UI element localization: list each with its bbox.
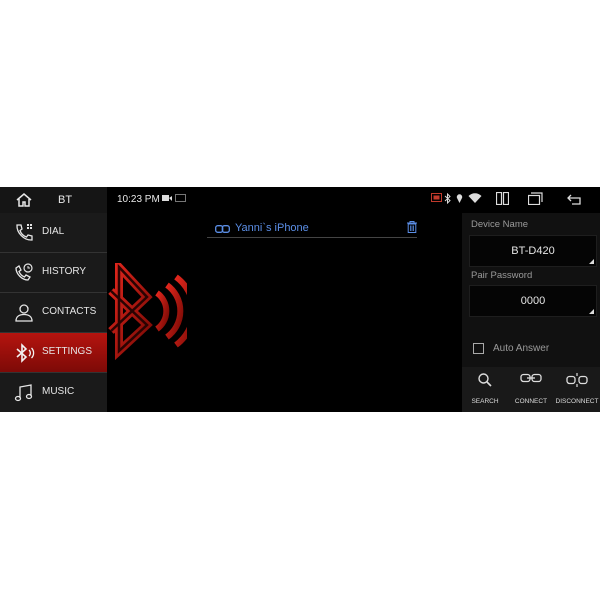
sidebar-item-music[interactable]: MUSIC [0,373,107,412]
connect-label: CONNECT [514,398,548,405]
paired-device-row[interactable]: Yanni`s iPhone [207,213,417,238]
music-note-icon [14,384,33,402]
wifi-icon [468,193,482,203]
status-bar-left: BT [0,187,107,213]
search-button[interactable]: SEARCH [462,367,508,412]
auto-answer-checkbox[interactable] [473,343,484,354]
link-icon [215,225,230,233]
sidebar-item-label: MUSIC [42,386,75,397]
disconnect-button[interactable]: DISCONNECT [554,367,600,412]
sidebar-item-settings[interactable]: SETTINGS [0,333,107,372]
sidebar: DIAL HISTORY CONTACTS SETTINGS MUSIC [0,213,107,412]
paired-devices-panel: Yanni`s iPhone [107,213,462,412]
pair-password-label: Pair Password [471,270,533,281]
app-title: BT [58,194,73,206]
sidebar-item-dial[interactable]: DIAL [0,213,107,252]
history-phone-icon [15,263,33,281]
trash-icon[interactable] [407,221,417,233]
edit-corner-indicator [589,259,594,264]
disconnect-label: DISCONNECT [555,398,599,405]
video-camera-icon [162,195,172,201]
status-bar: BT 10:23 PM [0,187,600,213]
clock: 10:23 PM [117,194,160,205]
link-icon [520,373,542,383]
bluetooth-icon [16,343,35,363]
phone-icon [16,224,33,241]
screen-mirror-icon [175,194,186,202]
bluetooth-status-icon [444,193,451,204]
sidebar-item-label: CONTACTS [42,306,97,317]
sidebar-item-contacts[interactable]: CONTACTS [0,293,107,332]
connect-button[interactable]: CONNECT [508,367,554,412]
recent-apps-icon[interactable] [528,192,543,205]
action-bar: SEARCH CONNECT DISCONNECT [462,367,600,412]
device-name-field[interactable]: BT-D420 [469,235,597,267]
pair-password-field[interactable]: 0000 [469,285,597,317]
device-name-label: Device Name [471,219,529,230]
sidebar-item-history[interactable]: HISTORY [0,253,107,292]
search-label: SEARCH [471,398,499,405]
unlink-icon [566,373,588,387]
home-icon[interactable] [14,192,34,208]
back-icon[interactable] [567,193,582,205]
person-icon [15,304,33,322]
split-screen-icon[interactable] [496,192,509,205]
edit-corner-indicator [589,309,594,314]
sidebar-item-label: DIAL [42,226,65,237]
paired-device-name: Yanni`s iPhone [235,222,309,234]
sim-icon [431,193,442,202]
auto-answer-label: Auto Answer [493,343,550,354]
bluetooth-logo-graphic [108,263,187,361]
sidebar-item-label: SETTINGS [42,346,93,357]
bt-settings-panel: Device Name BT-D420 Pair Password 0000 A… [462,213,600,412]
sidebar-item-label: HISTORY [42,266,87,277]
head-unit-screen: BT 10:23 PM DIAL HISTORY CONTACTS SETTIN… [0,187,600,412]
search-icon [478,373,492,387]
pair-password-value: 0000 [520,295,546,307]
location-icon [456,194,463,203]
device-name-value: BT-D420 [511,245,555,257]
